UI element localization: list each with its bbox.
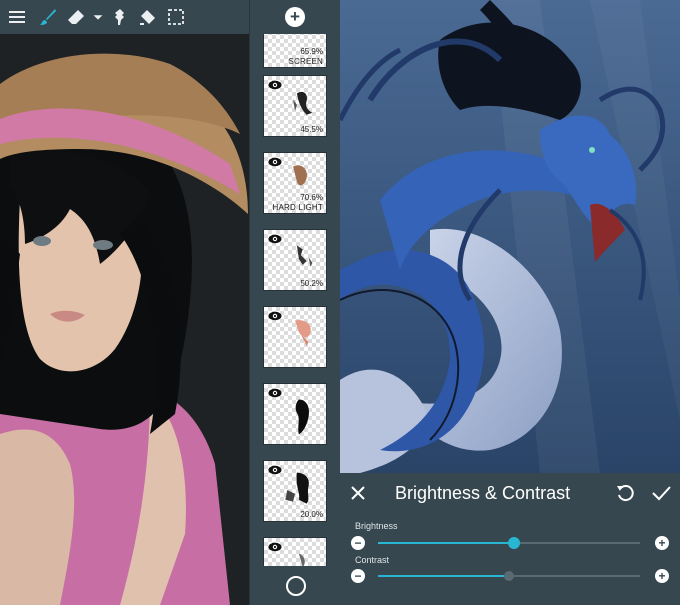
visibility-eye-icon[interactable] bbox=[268, 311, 282, 321]
plus-icon: + bbox=[658, 535, 666, 550]
fill-icon bbox=[140, 10, 155, 25]
layers-list: 65.9% SCREEN 45.5% 70.6% HARD LIGHT 50.2… bbox=[250, 34, 340, 566]
brightness-slider[interactable] bbox=[378, 537, 640, 549]
brightness-slider-row: − + bbox=[351, 535, 669, 551]
visibility-eye-icon[interactable] bbox=[268, 234, 282, 244]
brush-tool-button[interactable] bbox=[34, 0, 62, 34]
layer-opacity: 65.9% bbox=[300, 47, 323, 56]
add-layer-button[interactable]: + bbox=[285, 7, 305, 27]
layers-panel: + 65.9% SCREEN 45.5% 70.6% HARD LIGHT 50… bbox=[249, 0, 340, 605]
check-icon[interactable] bbox=[650, 483, 672, 503]
menu-button[interactable] bbox=[0, 0, 34, 34]
selection-tool-button[interactable] bbox=[162, 0, 190, 34]
tool-dropdown-button[interactable] bbox=[90, 0, 106, 34]
minus-icon: − bbox=[354, 535, 362, 550]
contrast-increase-button[interactable]: + bbox=[655, 569, 669, 583]
layer-item[interactable]: 70.6% HARD LIGHT bbox=[263, 152, 327, 214]
visibility-eye-icon[interactable] bbox=[268, 80, 282, 90]
fill-tool-button[interactable] bbox=[134, 0, 162, 34]
layer-blend-mode: SCREEN bbox=[288, 57, 323, 66]
contrast-slider-row: − + bbox=[351, 568, 669, 584]
layer-item[interactable]: 45.5% bbox=[263, 75, 327, 137]
visibility-eye-icon[interactable] bbox=[268, 388, 282, 398]
panel-title: Brightness & Contrast bbox=[395, 483, 571, 503]
layer-opacity: 45.5% bbox=[300, 125, 323, 134]
brightness-decrease-button[interactable]: − bbox=[351, 536, 365, 550]
layer-opacity: 50.2% bbox=[300, 279, 323, 288]
layer-item[interactable] bbox=[263, 537, 327, 566]
contrast-slider-thumb[interactable] bbox=[504, 571, 514, 581]
close-icon[interactable] bbox=[348, 483, 368, 503]
portrait-artwork bbox=[0, 34, 249, 605]
layer-opacity: 70.6% bbox=[300, 193, 323, 202]
menu-icon bbox=[9, 11, 25, 23]
brightness-label: Brightness bbox=[355, 521, 398, 531]
eraser-tool-button[interactable] bbox=[62, 0, 90, 34]
reset-icon[interactable] bbox=[615, 483, 635, 503]
brightness-track-fill bbox=[378, 542, 515, 544]
adjustment-pane: Brightness & Contrast Brightness − + Con… bbox=[340, 0, 680, 605]
brush-icon bbox=[40, 9, 56, 25]
layer-item[interactable]: 50.2% bbox=[263, 229, 327, 291]
drawing-canvas[interactable] bbox=[0, 34, 249, 605]
contrast-label: Contrast bbox=[355, 555, 390, 565]
dropdown-icon bbox=[93, 15, 103, 20]
toolbar bbox=[0, 0, 249, 34]
layer-item[interactable] bbox=[263, 383, 327, 445]
brightness-slider-thumb[interactable] bbox=[508, 537, 521, 549]
plus-icon: + bbox=[658, 568, 666, 583]
panel-header: Brightness & Contrast bbox=[340, 473, 680, 513]
minus-icon: − bbox=[354, 568, 362, 583]
contrast-decrease-button[interactable]: − bbox=[351, 569, 365, 583]
contrast-track-fill bbox=[378, 575, 509, 577]
selection-icon bbox=[168, 9, 184, 25]
layers-footer bbox=[250, 566, 340, 605]
smudge-tool-button[interactable] bbox=[106, 0, 134, 34]
artwork-preview[interactable] bbox=[340, 0, 680, 473]
layer-item[interactable]: 20.0% bbox=[263, 460, 327, 522]
brightness-increase-button[interactable]: + bbox=[655, 536, 669, 550]
brightness-contrast-panel: Brightness & Contrast Brightness − + Con… bbox=[340, 473, 680, 605]
layers-header: + bbox=[250, 0, 340, 34]
layer-blend-mode: HARD LIGHT bbox=[272, 203, 323, 212]
layer-item[interactable] bbox=[263, 306, 327, 368]
visibility-eye-icon[interactable] bbox=[268, 542, 282, 552]
layer-item[interactable]: 65.9% SCREEN bbox=[263, 34, 327, 68]
eraser-icon bbox=[68, 10, 84, 24]
plus-icon: + bbox=[290, 7, 300, 26]
layer-options-button[interactable] bbox=[285, 575, 306, 596]
dragon-artwork bbox=[340, 0, 680, 473]
drawing-app-pane: + 65.9% SCREEN 45.5% 70.6% HARD LIGHT 50… bbox=[0, 0, 340, 605]
smudge-icon bbox=[115, 9, 124, 25]
visibility-eye-icon[interactable] bbox=[268, 465, 282, 475]
visibility-eye-icon[interactable] bbox=[268, 157, 282, 167]
layer-opacity: 20.0% bbox=[300, 510, 323, 519]
contrast-slider[interactable] bbox=[378, 571, 640, 581]
